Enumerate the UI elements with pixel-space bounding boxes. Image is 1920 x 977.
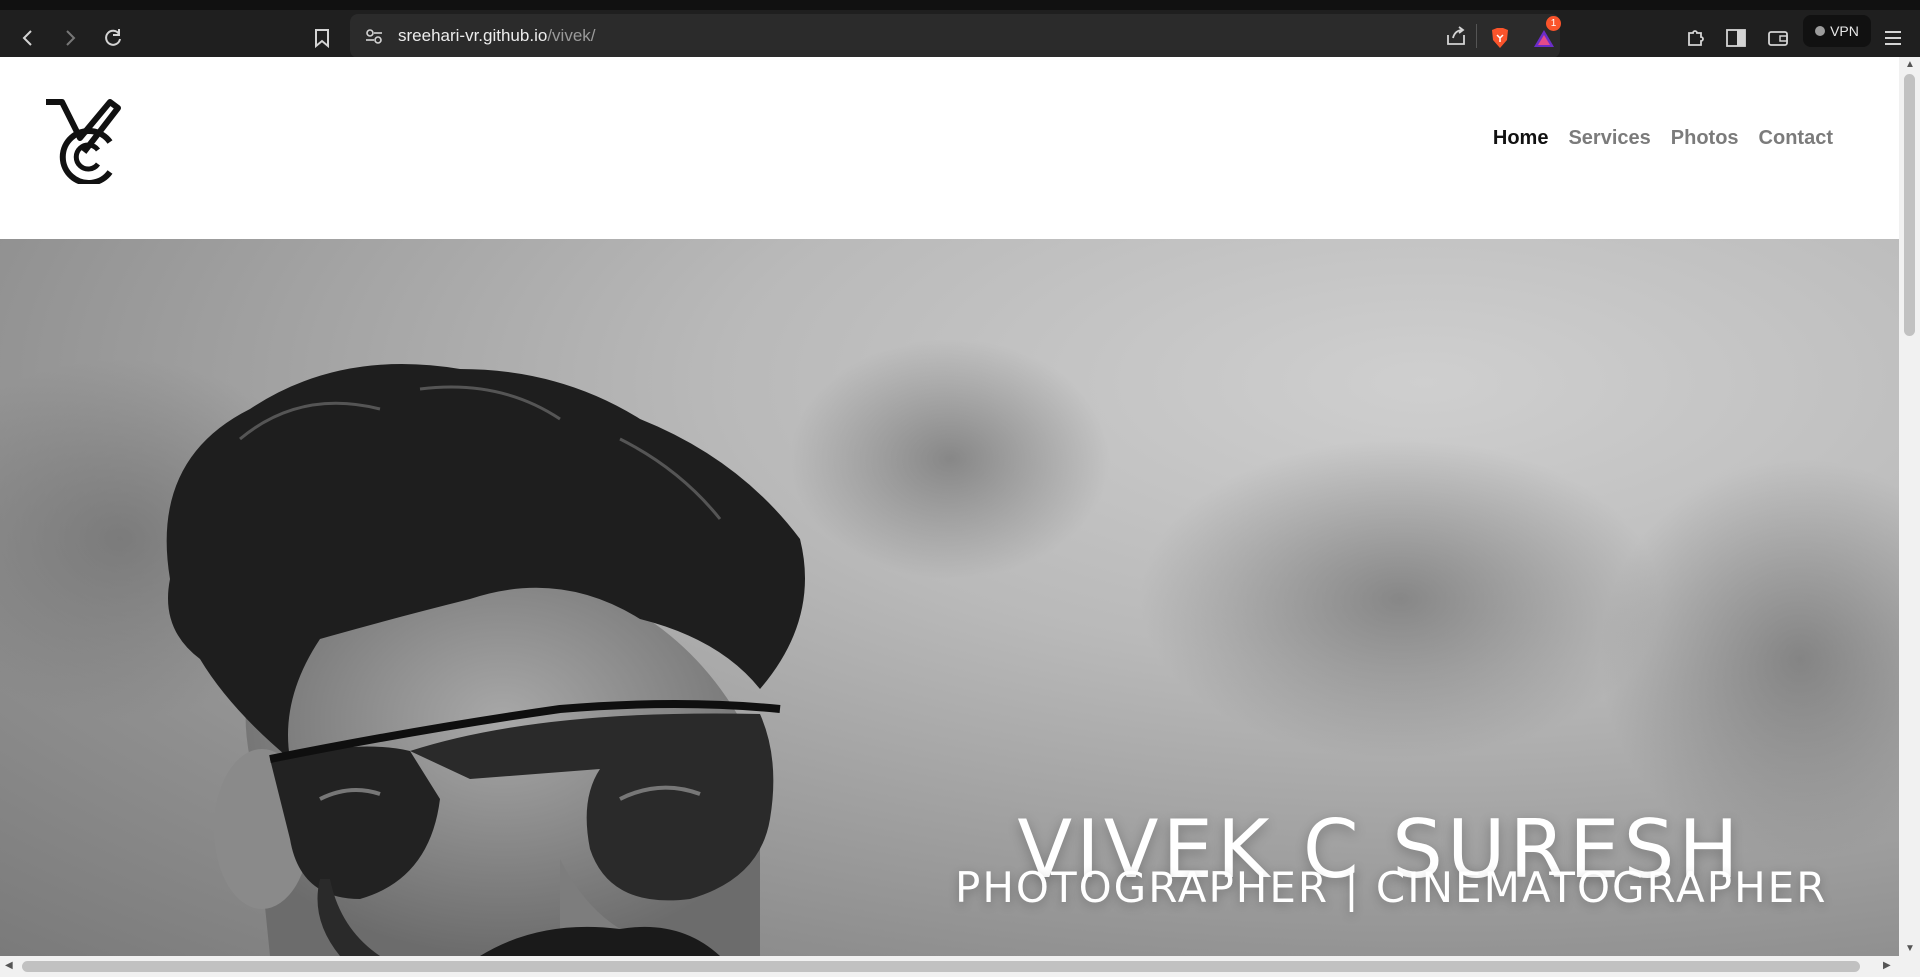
brave-lion-icon[interactable] xyxy=(1488,26,1512,50)
nav-photos[interactable]: Photos xyxy=(1671,127,1739,150)
hamburger-menu-icon[interactable] xyxy=(1881,26,1905,50)
vc-logo-icon xyxy=(46,99,121,186)
browser-toolbar: sreehari-vr.github.io/vivek/ 1 VPN xyxy=(0,0,1920,58)
sidebar-icon[interactable] xyxy=(1724,26,1748,50)
site-logo[interactable] xyxy=(40,94,122,186)
scroll-left-arrow-icon[interactable]: ◀ xyxy=(5,960,13,971)
reload-icon[interactable] xyxy=(101,26,125,50)
scroll-down-arrow-icon[interactable]: ▼ xyxy=(1905,943,1915,954)
address-bar[interactable]: sreehari-vr.github.io/vivek/ xyxy=(350,14,1560,58)
scroll-right-arrow-icon[interactable]: ▶ xyxy=(1883,960,1891,971)
hero-section: VIVEK C SURESH PHOTOGRAPHER | CINEMATOGR… xyxy=(0,239,1899,956)
forward-arrow-icon[interactable] xyxy=(58,26,82,50)
site-settings-icon[interactable] xyxy=(362,24,386,48)
web-page: Home Services Photos Contact VIVEK C SUR… xyxy=(0,57,1899,956)
nav-home[interactable]: Home xyxy=(1493,127,1549,150)
horizontal-scroll-thumb[interactable] xyxy=(22,961,1860,972)
puzzle-icon[interactable] xyxy=(1684,26,1708,50)
share-icon[interactable] xyxy=(1444,24,1468,48)
main-nav: Home Services Photos Contact xyxy=(1493,127,1833,150)
site-header: Home Services Photos Contact xyxy=(0,57,1899,239)
vpn-label: VPN xyxy=(1830,23,1859,39)
hero-subtitle: PHOTOGRAPHER | CINEMATOGRAPHER xyxy=(955,863,1828,912)
notification-badge: 1 xyxy=(1546,16,1561,31)
nav-contact[interactable]: Contact xyxy=(1759,127,1833,150)
url-host: sreehari-vr.github.io xyxy=(398,26,548,45)
horizontal-scrollbar[interactable]: ◀ ▶ xyxy=(0,956,1920,977)
back-arrow-icon[interactable] xyxy=(16,26,40,50)
url-text[interactable]: sreehari-vr.github.io/vivek/ xyxy=(398,26,596,46)
toolbar-divider xyxy=(1476,24,1477,48)
vpn-button[interactable]: VPN xyxy=(1803,15,1871,47)
vpn-status-icon xyxy=(1815,26,1826,36)
nav-services[interactable]: Services xyxy=(1568,127,1650,150)
wallet-icon[interactable] xyxy=(1766,26,1790,50)
vertical-scrollbar[interactable]: ▲ ▼ xyxy=(1899,57,1920,956)
vertical-scroll-thumb[interactable] xyxy=(1904,74,1915,336)
url-path: /vivek/ xyxy=(547,26,596,45)
scroll-up-arrow-icon[interactable]: ▲ xyxy=(1905,59,1915,70)
bookmark-icon[interactable] xyxy=(310,26,334,50)
